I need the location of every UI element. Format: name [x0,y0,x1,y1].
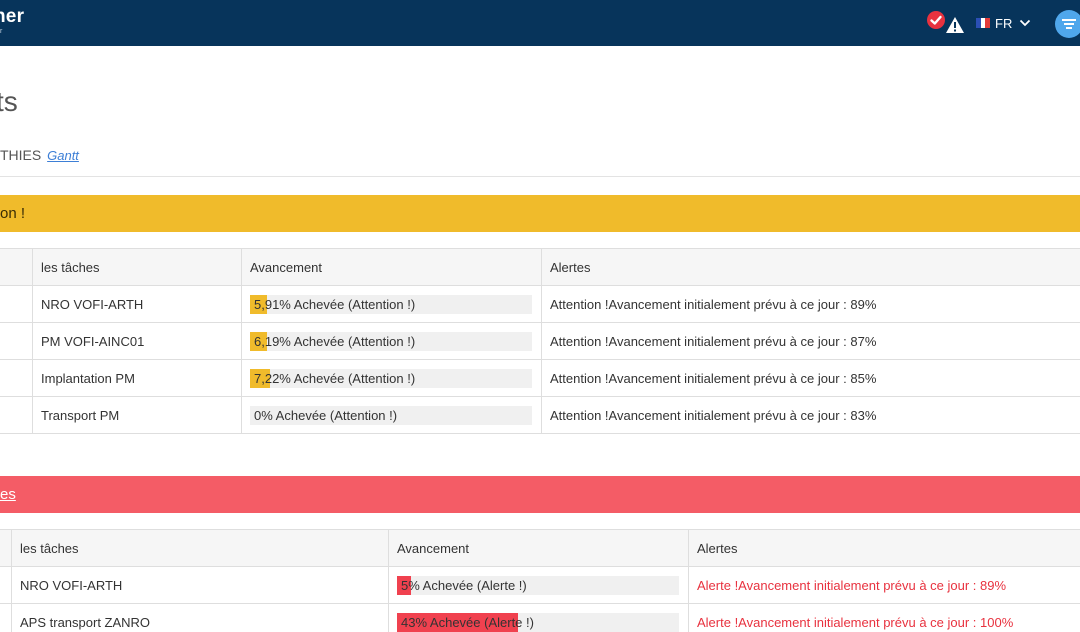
column-header-progress[interactable]: Avancement [241,248,542,286]
progress-bar: 43% Achevée (Alerte !) [397,612,679,632]
alerte-table: les tâches Avancement Alertes NRO VOFI-A… [0,529,1080,632]
alert-text: Attention !Avancement initialement prévu… [541,322,1080,360]
table-header-row: les tâches Avancement Alertes [0,248,1080,286]
app-logo[interactable]: ner [0,6,24,28]
table-row[interactable]: NRO VOFI-ARTH 5% Achevée (Alerte !) Aler… [0,566,1080,604]
progress-cell: 6,19% Achevée (Attention !) [241,322,542,360]
progress-bar: 0% Achevée (Attention !) [250,405,532,425]
table-row[interactable]: Transport PM 0% Achevée (Attention !) At… [0,396,1080,434]
progress-cell: 7,22% Achevée (Attention !) [241,359,542,397]
attention-table: les tâches Avancement Alertes NRO VOFI-A… [0,248,1080,434]
alerte-banner: es [0,476,1080,513]
progress-bar: 5% Achevée (Alerte !) [397,575,679,595]
alerte-banner-link[interactable]: es [0,486,16,503]
progress-label: 5,91% Achevée (Attention !) [254,296,416,312]
progress-label: 43% Achevée (Alerte !) [401,614,534,630]
alert-text: Attention !Avancement initialement prévu… [541,396,1080,434]
task-name[interactable]: NRO VOFI-ARTH [32,285,242,323]
filter-menu-button[interactable] [1055,10,1080,38]
progress-bar: 6,19% Achevée (Attention !) [250,331,532,351]
row-blank-cell [0,566,12,604]
row-blank-cell [0,603,12,632]
progress-bar: 7,22% Achevée (Attention !) [250,368,532,388]
top-navbar: ner r FR [0,0,1080,46]
table-header-row: les tâches Avancement Alertes [0,529,1080,567]
progress-label: 0% Achevée (Attention !) [254,407,398,423]
page-title: ts [0,86,18,117]
alert-text: Attention !Avancement initialement prévu… [541,285,1080,323]
column-header-blank [0,248,33,286]
app-logo-subtitle: r [0,28,3,35]
chevron-down-icon [1020,19,1031,27]
progress-cell: 5,91% Achevée (Attention !) [241,285,542,323]
task-name[interactable]: NRO VOFI-ARTH [11,566,389,604]
gantt-link[interactable]: Gantt [47,148,79,163]
row-blank-cell [0,322,33,360]
task-name[interactable]: APS transport ZANRO [11,603,389,632]
progress-cell: 0% Achevée (Attention !) [241,396,542,434]
attention-banner: on ! [0,195,1080,232]
table-row[interactable]: PM VOFI-AINC01 6,19% Achevée (Attention … [0,322,1080,360]
column-header-progress[interactable]: Avancement [388,529,689,567]
column-header-alerts[interactable]: Alertes [688,529,1080,567]
progress-label: 6,19% Achevée (Attention !) [254,333,416,349]
table-row[interactable]: APS transport ZANRO 43% Achevée (Alerte … [0,603,1080,632]
column-header-tasks[interactable]: les tâches [32,248,242,286]
project-subtitle: THIES Gantt [0,147,79,163]
column-header-blank [0,529,12,567]
progress-cell: 43% Achevée (Alerte !) [388,603,689,632]
task-name[interactable]: PM VOFI-AINC01 [32,322,242,360]
progress-label: 5% Achevée (Alerte !) [401,577,527,593]
alert-text: Alerte !Avancement initialement prévu à … [688,566,1080,604]
row-blank-cell [0,359,33,397]
language-selector[interactable]: FR [976,15,1031,31]
table-row[interactable]: NRO VOFI-ARTH 5,91% Achevée (Attention !… [0,285,1080,323]
column-header-alerts[interactable]: Alertes [541,248,1080,286]
filter-menu-icon [1062,19,1076,29]
column-header-tasks[interactable]: les tâches [11,529,389,567]
task-name[interactable]: Transport PM [32,396,242,434]
warning-icon[interactable] [945,16,965,34]
alert-text: Alerte !Avancement initialement prévu à … [688,603,1080,632]
task-name[interactable]: Implantation PM [32,359,242,397]
row-blank-cell [0,285,33,323]
table-row[interactable]: Implantation PM 7,22% Achevée (Attention… [0,359,1080,397]
flag-fr-icon [976,18,991,28]
progress-cell: 5% Achevée (Alerte !) [388,566,689,604]
divider [0,176,1080,177]
alert-text: Attention !Avancement initialement prévu… [541,359,1080,397]
project-name: THIES [0,147,42,163]
language-label: FR [995,15,1013,31]
attention-banner-label: on ! [0,205,26,222]
progress-bar: 5,91% Achevée (Attention !) [250,294,532,314]
progress-label: 7,22% Achevée (Attention !) [254,370,416,386]
row-blank-cell [0,396,33,434]
check-circle-icon[interactable] [927,11,945,29]
